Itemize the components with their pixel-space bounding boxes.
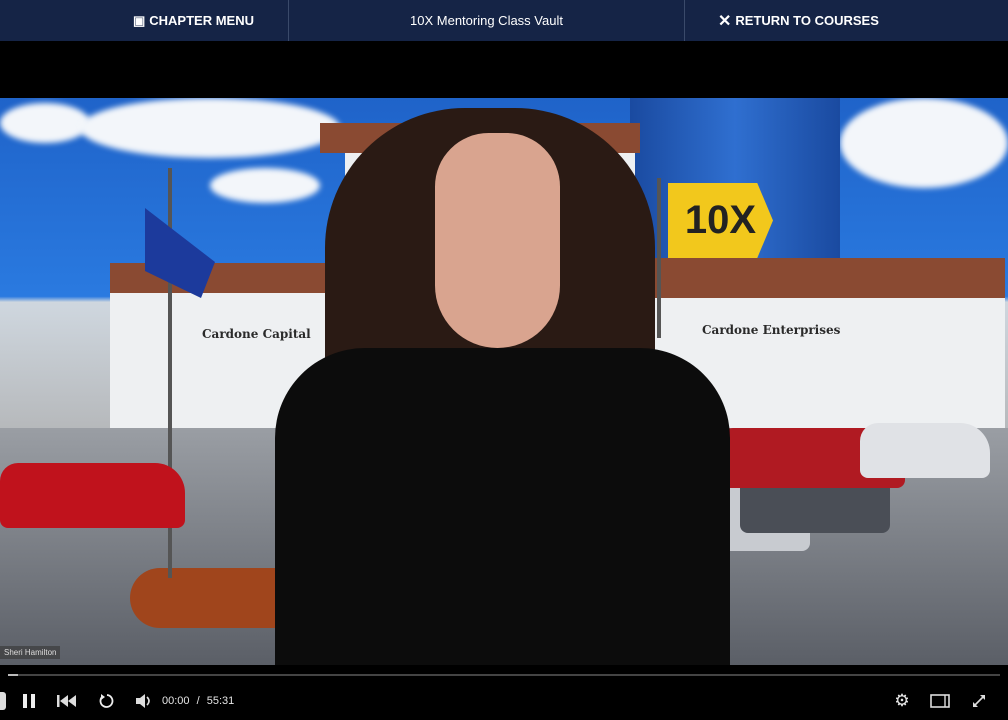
replay-icon	[99, 694, 114, 708]
theater-mode-button[interactable]	[930, 694, 950, 708]
fullscreen-button[interactable]	[970, 694, 988, 708]
replay-button[interactable]	[97, 693, 115, 709]
progress-bar[interactable]	[8, 674, 1000, 676]
pause-button[interactable]	[20, 693, 38, 709]
settings-button[interactable]: ⚙	[893, 691, 911, 711]
gear-icon: ⚙	[894, 691, 910, 710]
skip-back-icon	[57, 695, 76, 707]
volume-button[interactable]	[134, 693, 154, 709]
close-icon: ✕	[718, 12, 732, 30]
speaker-name-label: Sheri Hamilton	[0, 646, 61, 659]
player-controls: 00:00 / 55:31 ⚙	[0, 688, 1008, 714]
time-separator: /	[196, 695, 200, 707]
bookmark-icon[interactable]	[0, 692, 6, 710]
course-title: 10X Mentoring Class Vault	[289, 0, 685, 41]
current-time: 00:00	[162, 695, 190, 707]
time-display: 00:00 / 55:31	[162, 695, 234, 707]
video-player[interactable]: Cardone Capital Cardone Enterprises 10X	[0, 98, 1008, 665]
top-nav-bar: ▣ CHAPTER MENU 10X Mentoring Class Vault…	[0, 0, 1008, 41]
return-to-courses-button[interactable]: ✕ RETURN TO COURSES	[685, 0, 1008, 41]
pause-icon	[23, 694, 35, 708]
chapter-menu-icon: ▣	[132, 12, 146, 28]
fullscreen-icon	[973, 695, 985, 707]
theater-mode-icon	[930, 694, 950, 708]
duration: 55:31	[206, 695, 235, 707]
chapter-menu-button[interactable]: ▣ CHAPTER MENU	[0, 0, 289, 41]
presenter	[275, 108, 730, 665]
chapter-menu-label: CHAPTER MENU	[149, 13, 254, 28]
volume-icon	[136, 694, 150, 708]
skip-back-button[interactable]	[56, 694, 78, 708]
return-label: RETURN TO COURSES	[735, 13, 879, 28]
